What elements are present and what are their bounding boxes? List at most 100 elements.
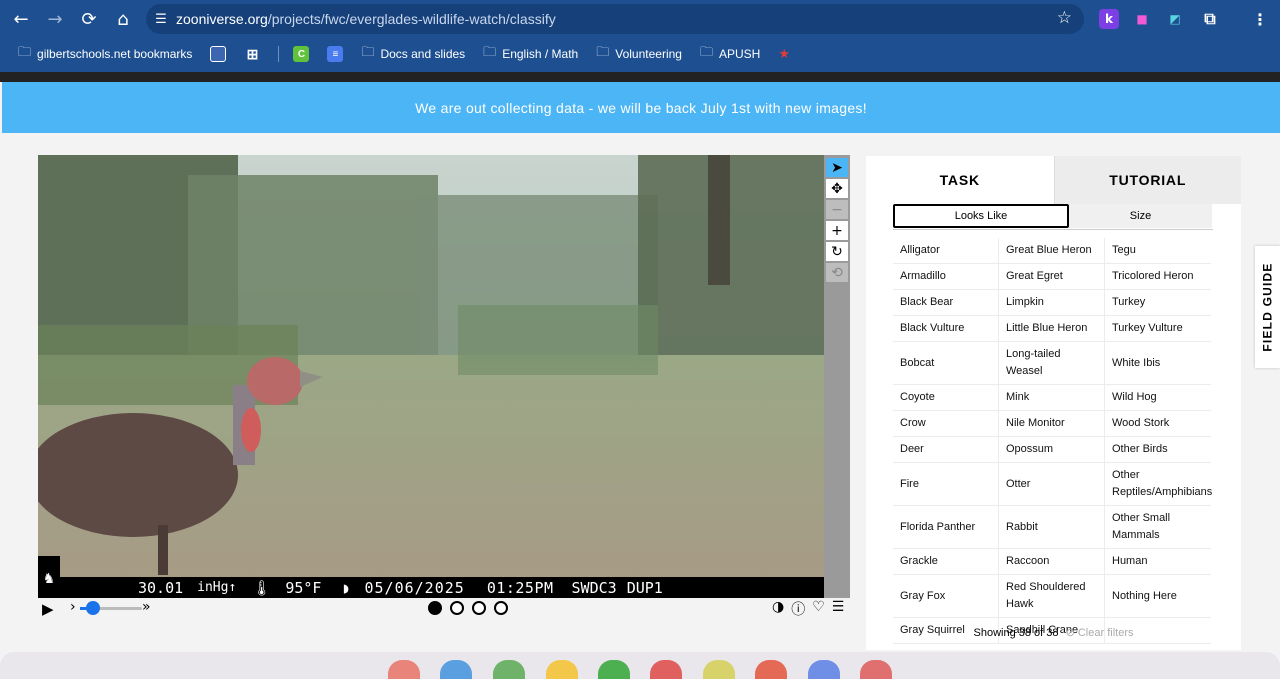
frame-dot[interactable] xyxy=(450,601,464,615)
slow-icon[interactable]: › xyxy=(70,599,76,615)
bookmark-stripes-icon[interactable]: ≡ xyxy=(327,46,344,62)
species-choice[interactable]: Limpkin xyxy=(999,290,1105,315)
tab-tutorial[interactable]: TUTORIAL xyxy=(1053,156,1241,204)
shelf-app-gmail-icon[interactable] xyxy=(650,660,682,679)
species-choice[interactable]: Other Small Mammals xyxy=(1105,506,1211,548)
reload-icon[interactable]: ⟳ xyxy=(72,2,106,36)
species-choice[interactable]: White Ibis xyxy=(1105,342,1211,384)
forward-icon[interactable]: → xyxy=(38,2,72,36)
shelf-app-chrome-icon[interactable] xyxy=(755,660,787,679)
species-choice[interactable]: Black Vulture xyxy=(893,316,999,341)
species-choice[interactable]: Coyote xyxy=(893,385,999,410)
reset-icon[interactable]: ⟲ xyxy=(826,263,848,282)
species-choice[interactable]: Florida Panther xyxy=(893,506,999,548)
invert-icon[interactable]: ◑ xyxy=(772,599,784,619)
species-choice[interactable]: Great Blue Heron xyxy=(999,238,1105,263)
shelf-app-drive-icon[interactable] xyxy=(598,660,630,679)
species-choice[interactable]: Long-tailed Weasel xyxy=(999,342,1105,384)
species-choice[interactable]: Black Bear xyxy=(893,290,999,315)
field-guide-button[interactable]: FIELD GUIDE xyxy=(1255,246,1280,368)
info-icon[interactable]: ⓘ xyxy=(791,599,805,619)
species-choice[interactable]: Wild Hog xyxy=(1105,385,1211,410)
favorite-heart-icon[interactable]: ♡ xyxy=(812,599,825,619)
zoom-out-icon[interactable]: − xyxy=(826,200,848,219)
species-choice[interactable]: Armadillo xyxy=(893,264,999,289)
filter-looks-like[interactable]: Looks Like xyxy=(893,204,1069,228)
menu-kebab-icon[interactable]: ⋮ xyxy=(1250,9,1270,29)
species-choice[interactable]: Red Shouldered Hawk xyxy=(999,575,1105,617)
stamp-camera-id: SWDC3 xyxy=(571,578,617,597)
bookmark-apps-icon[interactable]: ⊞ xyxy=(244,46,260,62)
play-icon[interactable]: ▶ xyxy=(42,600,54,618)
shelf-app-classroom-icon[interactable] xyxy=(440,660,472,679)
species-choice[interactable]: Tricolored Heron xyxy=(1105,264,1211,289)
species-choice[interactable]: Turkey xyxy=(1105,290,1211,315)
shelf-app-green-icon[interactable] xyxy=(493,660,525,679)
fast-icon[interactable]: » xyxy=(142,599,151,615)
bookmark-english-math[interactable]: 🗀 English / Math xyxy=(483,43,578,65)
species-choice[interactable]: Raccoon xyxy=(999,549,1105,574)
species-choice[interactable]: Fire xyxy=(893,463,999,505)
extension-video-icon[interactable]: ■ xyxy=(1132,9,1152,29)
clear-filters-button[interactable]: ⊘ Clear filters xyxy=(1066,627,1134,639)
frame-controls: ▶ › » ◑ ⓘ ♡ ☰ xyxy=(38,598,850,620)
extension-k-icon[interactable]: k xyxy=(1099,9,1119,29)
address-bar[interactable]: ☰ zooniverse.org/projects/fwc/everglades… xyxy=(146,4,1084,34)
extensions-puzzle-icon[interactable]: ⧉ xyxy=(1200,9,1220,29)
species-choice[interactable]: Little Blue Heron xyxy=(999,316,1105,341)
bookmark-label: APUSH xyxy=(719,47,761,61)
species-choice[interactable]: Opossum xyxy=(999,437,1105,462)
species-choice[interactable]: Deer xyxy=(893,437,999,462)
species-row: Florida Panther Rabbit Other Small Mammals xyxy=(893,506,1211,549)
shelf-app-play-icon[interactable] xyxy=(860,660,892,679)
move-tool-icon[interactable]: ✥ xyxy=(826,179,848,198)
url-path: /projects/fwc/everglades-wildlife-watch/… xyxy=(267,11,556,27)
species-choice[interactable]: Wood Stork xyxy=(1105,411,1211,436)
bookmark-apush[interactable]: 🗀 APUSH xyxy=(700,43,760,65)
species-choice[interactable]: Rabbit xyxy=(999,506,1105,548)
speed-slider-thumb[interactable] xyxy=(86,601,100,615)
species-choice[interactable]: Turkey Vulture xyxy=(1105,316,1211,341)
frame-dot[interactable] xyxy=(472,601,486,615)
species-choice[interactable]: Great Egret xyxy=(999,264,1105,289)
species-choice[interactable]: Nile Monitor xyxy=(999,411,1105,436)
shelf-app-keep-icon[interactable] xyxy=(546,660,578,679)
shelf-app-slides-icon[interactable] xyxy=(703,660,735,679)
url-text[interactable]: zooniverse.org/projects/fwc/everglades-w… xyxy=(176,11,556,27)
species-choice[interactable]: Mink xyxy=(999,385,1105,410)
species-choice[interactable]: Alligator xyxy=(893,238,999,263)
species-choice[interactable]: Human xyxy=(1105,549,1211,574)
shelf-app-docs-icon[interactable] xyxy=(808,660,840,679)
species-choice[interactable]: Crow xyxy=(893,411,999,436)
bookmark-docs-slides[interactable]: 🗀 Docs and slides xyxy=(361,43,465,65)
species-choice[interactable]: Gray Fox xyxy=(893,575,999,617)
site-settings-icon[interactable]: ☰ xyxy=(146,12,176,27)
collections-list-icon[interactable]: ☰ xyxy=(832,599,845,619)
bookmark-square-icon[interactable] xyxy=(210,46,227,62)
species-row: Deer Opossum Other Birds xyxy=(893,437,1211,463)
bookmark-gilbertschools[interactable]: 🗀 gilbertschools.net bookmarks xyxy=(18,43,192,65)
species-choice[interactable]: Other Birds xyxy=(1105,437,1211,462)
frame-dot[interactable] xyxy=(428,601,442,615)
bookmark-star-flag-icon[interactable]: ★ xyxy=(778,47,796,62)
bookmark-c-icon[interactable]: C xyxy=(293,46,310,62)
frame-dot[interactable] xyxy=(494,601,508,615)
species-choice[interactable]: Grackle xyxy=(893,549,999,574)
species-choice[interactable]: Bobcat xyxy=(893,342,999,384)
zoom-in-icon[interactable]: + xyxy=(826,221,848,240)
bookmark-volunteering[interactable]: 🗀 Volunteering xyxy=(596,43,682,65)
back-icon[interactable]: ← xyxy=(4,2,38,36)
species-choice[interactable]: Otter xyxy=(999,463,1105,505)
species-choice[interactable]: Nothing Here xyxy=(1105,575,1211,617)
species-choice[interactable]: Other Reptiles/Amphibians xyxy=(1105,463,1212,505)
species-choice[interactable]: Tegu xyxy=(1105,238,1211,263)
bookmark-star-icon[interactable]: ☆ xyxy=(1057,8,1072,28)
subject-image-viewer[interactable]: ♞ 30.01 inHg ↑ 🌡 95°F ◗ 05/06/2025 01:25… xyxy=(38,155,824,598)
pointer-tool-icon[interactable]: ➤ xyxy=(826,158,848,177)
tab-task[interactable]: TASK xyxy=(866,156,1054,204)
home-icon[interactable]: ⌂ xyxy=(106,2,140,36)
extension-screen-icon[interactable]: ◩ xyxy=(1165,9,1185,29)
shelf-app-palette-icon[interactable] xyxy=(388,660,420,679)
filter-size[interactable]: Size xyxy=(1069,204,1212,228)
rotate-icon[interactable]: ↻ xyxy=(826,242,848,261)
